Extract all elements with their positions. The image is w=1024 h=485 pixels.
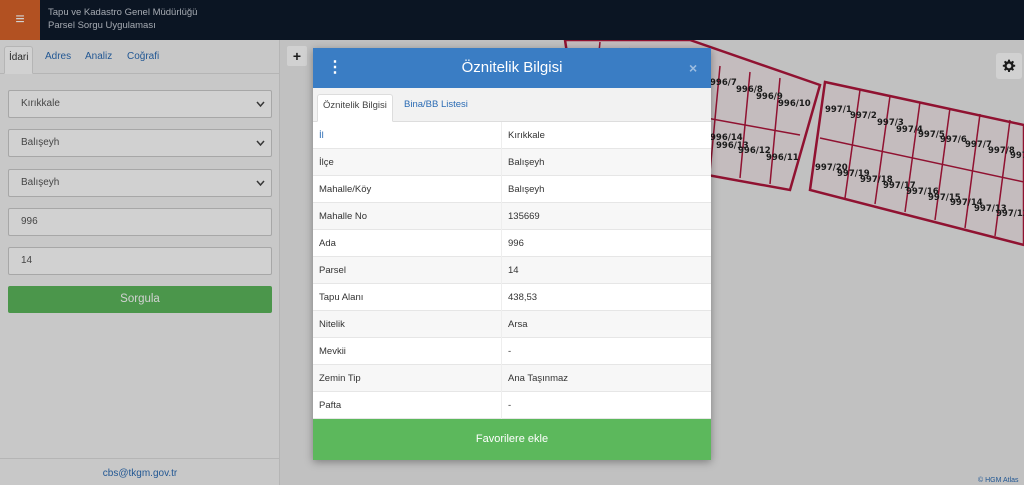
- table-row: Zemin Tip Ana Taşınmaz: [313, 365, 711, 392]
- table-row: Ada 996: [313, 230, 711, 257]
- kebab-menu-icon[interactable]: ⋮: [327, 58, 343, 78]
- row-value: Ana Taşınmaz: [508, 373, 569, 384]
- row-key: Ada: [319, 238, 336, 249]
- modal-title: Öznitelik Bilgisi: [461, 59, 563, 76]
- row-key: Tapu Alanı: [319, 292, 364, 303]
- table-row: İl Kırıkkale: [313, 122, 711, 149]
- row-value: 996: [508, 238, 524, 249]
- row-key: Pafta: [319, 400, 342, 411]
- table-row: Tapu Alanı 438,53: [313, 284, 711, 311]
- row-key: Mahalle/Köy: [319, 184, 372, 195]
- table-row: Mevkii -: [313, 338, 711, 365]
- tab-oznitelik-bilgisi[interactable]: Öznitelik Bilgisi: [317, 94, 393, 122]
- row-key: İl: [319, 130, 324, 141]
- row-value: Balışeyh: [508, 157, 545, 168]
- row-value: -: [508, 400, 512, 411]
- row-value: -: [508, 346, 512, 357]
- row-key: Mevkii: [319, 346, 346, 357]
- add-to-favorites-button[interactable]: Favorilere ekle: [313, 419, 711, 460]
- table-row: Parsel 14: [313, 257, 711, 284]
- row-value: Arsa: [508, 319, 528, 330]
- table-row: Mahalle/Köy Balışeyh: [313, 176, 711, 203]
- row-value: 14: [508, 265, 519, 276]
- row-value: 438,53: [508, 292, 538, 303]
- table-row: İlçe Balışeyh: [313, 149, 711, 176]
- row-value: Balışeyh: [508, 184, 545, 195]
- table-row: Pafta -: [313, 392, 711, 419]
- row-key: İlçe: [319, 157, 334, 168]
- table-row: Mahalle No 135669: [313, 203, 711, 230]
- row-value: 135669: [508, 211, 540, 222]
- attribute-table: İl Kırıkkale İlçe Balışeyh Mahalle/Köy Balı…: [313, 122, 711, 419]
- close-icon[interactable]: ×: [689, 60, 697, 76]
- row-key: Zemin Tip: [319, 373, 361, 384]
- tab-bina-bb-listesi[interactable]: Bina/BB Listesi: [399, 94, 473, 122]
- row-key: Mahalle No: [319, 211, 368, 222]
- row-key: Nitelik: [319, 319, 345, 330]
- row-value: Kırıkkale: [508, 130, 545, 141]
- modal-header: Öznitelik Bilgisi ⋮ ×: [313, 48, 711, 88]
- modal-tabs: Öznitelik Bilgisi Bina/BB Listesi: [313, 88, 711, 122]
- attribute-info-modal: Öznitelik Bilgisi ⋮ × Öznitelik Bilgisi …: [313, 48, 711, 460]
- row-key: Parsel: [319, 265, 346, 276]
- table-row: Nitelik Arsa: [313, 311, 711, 338]
